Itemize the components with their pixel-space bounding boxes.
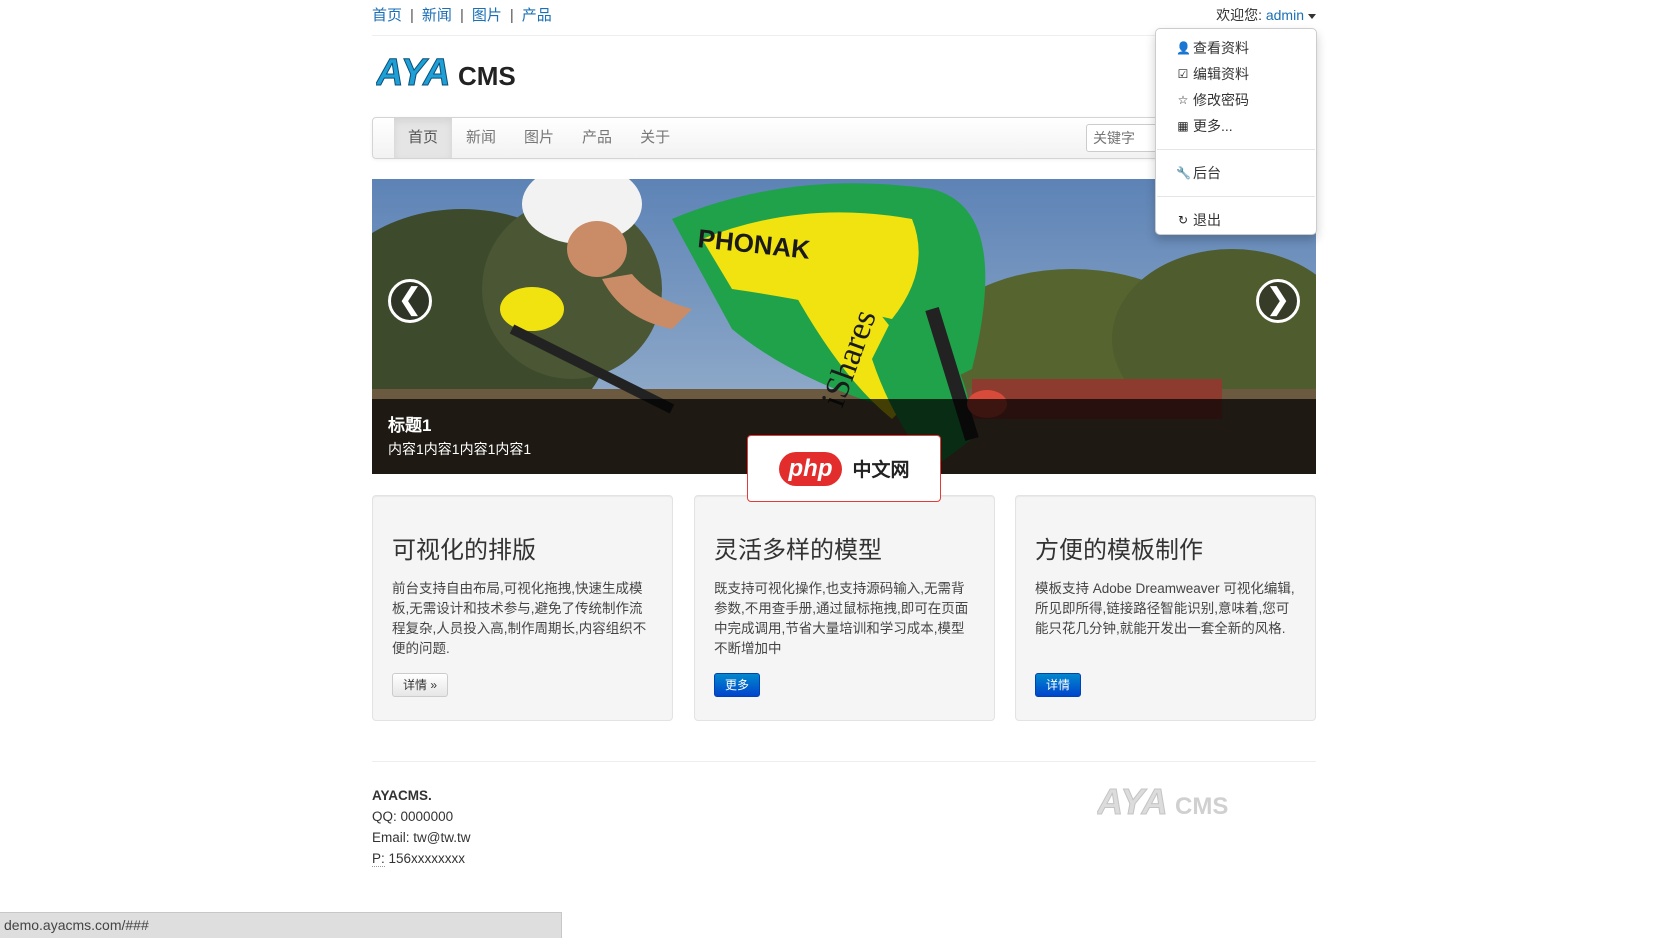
card-title: 方便的模板制作 — [1035, 536, 1203, 564]
menu-item-change-password[interactable]: ☆ 修改密码 — [1156, 87, 1316, 113]
separator: | — [509, 7, 514, 24]
nav-item-about[interactable]: 关于 — [626, 118, 684, 158]
separator: | — [410, 7, 414, 24]
phone-label: P: — [372, 851, 385, 867]
card-title: 可视化的排版 — [392, 536, 536, 564]
menu-item-admin[interactable]: 🔧 后台 — [1156, 160, 1316, 186]
user-dropdown-menu: 👤 查看资料 ☑ 编辑资料 ☆ 修改密码 ▦ 更多... 🔧 后台 ↻ 退出 — [1155, 28, 1317, 235]
phone-value: 156xxxxxxxx — [388, 851, 466, 866]
footer-qq: QQ: 0000000 — [372, 806, 471, 827]
site-logo[interactable]: AYA CMS — [376, 52, 536, 92]
email-label: Email: — [372, 830, 410, 845]
menu-item-edit-profile[interactable]: ☑ 编辑资料 — [1156, 61, 1316, 87]
star-icon: ☆ — [1177, 93, 1189, 107]
email-value: tw@tw.tw — [413, 830, 471, 845]
welcome-label: 欢迎您: — [1216, 7, 1262, 23]
details-button[interactable]: 详情 — [1035, 673, 1082, 697]
username: admin — [1265, 7, 1304, 23]
menu-divider — [1157, 196, 1315, 197]
logo-aya-text: AYA — [376, 52, 451, 92]
footer-email: Email: tw@tw.tw — [372, 827, 471, 848]
user-icon: 👤 — [1176, 41, 1191, 55]
nav-menu: 首页 新闻 图片 产品 关于 — [394, 118, 684, 158]
footer-brand: AYACMS. — [372, 788, 432, 803]
footer-contact: AYACMS. QQ: 0000000 Email: tw@tw.tw P: 1… — [372, 785, 471, 869]
nav-item-images[interactable]: 图片 — [510, 118, 568, 158]
logout-icon: ↻ — [1177, 213, 1189, 227]
caret-down-icon — [1308, 13, 1316, 19]
menu-item-label: 退出 — [1193, 212, 1221, 228]
card-text: 模板支持 Adobe Dreamweaver 可视化编辑,所见即所得,链接路径智… — [1035, 581, 1295, 636]
feature-card-templates: 方便的模板制作 模板支持 Adobe Dreamweaver 可视化编辑,所见即… — [1015, 495, 1316, 721]
nav-item-news[interactable]: 新闻 — [452, 118, 510, 158]
menu-item-label: 修改密码 — [1193, 92, 1249, 108]
carousel-prev-button[interactable]: ❮ — [388, 279, 432, 323]
footer-phone: P: 156xxxxxxxx — [372, 848, 471, 869]
card-text: 前台支持自由布局,可视化拖拽,快速生成模板,无需设计和技术参与,避免了传统制作流… — [392, 581, 647, 656]
caption-title: 标题1 — [388, 416, 432, 435]
top-link-home[interactable]: 首页 — [372, 7, 402, 24]
footer-logo: AYA CMS — [1096, 781, 1257, 825]
nav-item-home[interactable]: 首页 — [394, 118, 453, 158]
separator: | — [459, 7, 464, 24]
menu-item-label: 后台 — [1193, 165, 1221, 181]
logo-cms-text: CMS — [458, 61, 516, 91]
wrench-icon: 🔧 — [1176, 166, 1191, 180]
carousel-next-button[interactable]: ❯ — [1256, 279, 1300, 323]
details-button[interactable]: 详情 » — [392, 673, 449, 697]
footer-logo-cms: CMS — [1175, 793, 1228, 820]
feature-card-models: 灵活多样的模型 既支持可视化操作,也支持源码输入,无需背参数,不用查手册,通过鼠… — [694, 495, 995, 721]
top-link-images[interactable]: 图片 — [472, 7, 502, 24]
footer-divider — [372, 761, 1316, 762]
card-title: 灵活多样的模型 — [714, 536, 882, 564]
menu-item-label: 更多... — [1193, 118, 1233, 134]
feature-card-layout: 可视化的排版 前台支持自由布局,可视化拖拽,快速生成模板,无需设计和技术参与,避… — [372, 495, 673, 721]
more-button[interactable]: 更多 — [714, 673, 761, 697]
top-links: 首页 | 新闻 | 图片 | 产品 — [372, 4, 552, 25]
menu-item-label: 编辑资料 — [1193, 66, 1249, 82]
top-link-news[interactable]: 新闻 — [422, 7, 452, 24]
menu-item-view-profile[interactable]: 👤 查看资料 — [1156, 35, 1316, 61]
edit-icon: ☑ — [1177, 67, 1189, 81]
watermark-php-logo: php — [778, 451, 843, 486]
search-input[interactable] — [1086, 124, 1161, 152]
menu-item-logout[interactable]: ↻ 退出 — [1156, 207, 1316, 233]
grid-icon: ▦ — [1177, 119, 1189, 133]
qq-value: 0000000 — [400, 809, 454, 824]
menu-item-label: 查看资料 — [1193, 40, 1249, 56]
nav-item-products[interactable]: 产品 — [568, 118, 626, 158]
php-watermark: php 中文网 — [747, 435, 941, 502]
top-link-products[interactable]: 产品 — [522, 7, 552, 24]
welcome-area: 欢迎您: admin — [1216, 5, 1316, 25]
browser-status-bar: demo.ayacms.com/### — [0, 912, 562, 938]
card-text: 既支持可视化操作,也支持源码输入,无需背参数,不用查手册,通过鼠标拖拽,即可在页… — [714, 581, 969, 656]
caption-text: 内容1内容1内容1内容1 — [388, 441, 532, 457]
qq-label: QQ: — [372, 809, 397, 824]
menu-divider — [1157, 149, 1315, 150]
watermark-text: 中文网 — [852, 460, 910, 481]
menu-item-more[interactable]: ▦ 更多... — [1156, 113, 1316, 139]
footer-logo-aya: AYA — [1097, 782, 1168, 822]
user-menu-toggle[interactable]: admin — [1266, 7, 1316, 23]
